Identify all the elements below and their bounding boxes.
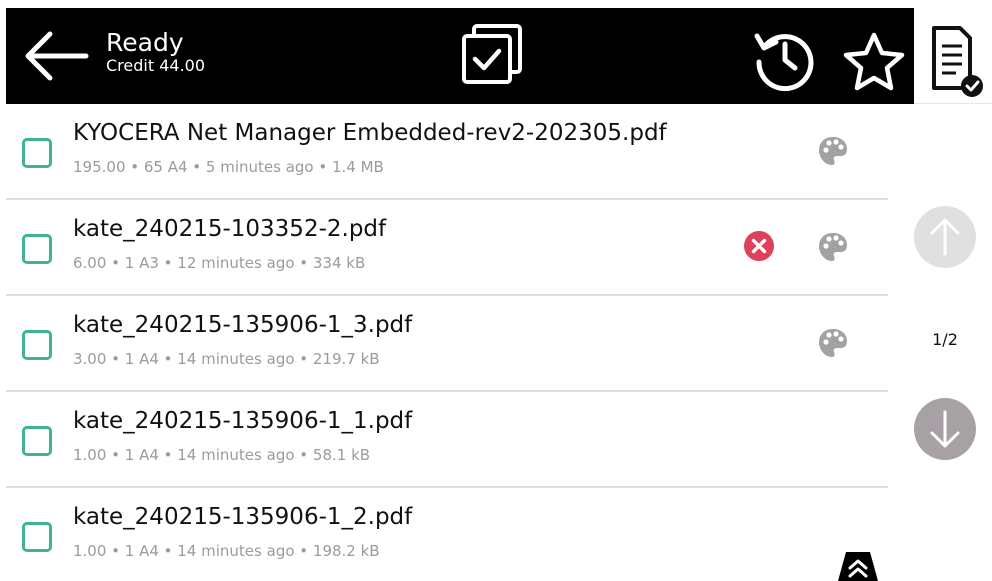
list-item[interactable]: KYOCERA Net Manager Embedded-rev2-202305…: [6, 104, 888, 200]
palette-icon: [819, 329, 847, 357]
print-job-list: KYOCERA Net Manager Embedded-rev2-202305…: [6, 104, 888, 581]
document-check-icon: [932, 26, 983, 97]
error-x-icon: [744, 231, 774, 261]
palette-icon: [819, 233, 847, 261]
job-name: KYOCERA Net Manager Embedded-rev2-202305…: [73, 120, 667, 146]
double-chevron-up-icon: [838, 552, 878, 581]
job-name: kate_240215-135906-1_2.pdf: [73, 504, 413, 530]
page-indicator: 1/2: [932, 330, 958, 349]
list-item[interactable]: kate_240215-135906-1_2.pdf 1.00 • 1 A4 •…: [6, 488, 888, 581]
job-checkbox[interactable]: [22, 330, 52, 360]
job-name: kate_240215-135906-1_3.pdf: [73, 312, 413, 338]
list-item[interactable]: kate_240215-135906-1_1.pdf 1.00 • 1 A4 •…: [6, 392, 888, 488]
credit-label: Credit 44.00: [106, 56, 206, 75]
job-name: kate_240215-135906-1_1.pdf: [73, 408, 413, 434]
documents-tab[interactable]: [914, 8, 992, 104]
status-block: Ready Credit 44.00: [106, 28, 205, 76]
palette-icon: [819, 137, 847, 165]
favorites-button[interactable]: [841, 30, 907, 96]
select-all-button[interactable]: [458, 22, 526, 90]
job-meta: 1.00 • 1 A4 • 14 minutes ago • 198.2 kB: [73, 542, 380, 560]
back-button[interactable]: [20, 26, 90, 86]
history-icon: [754, 33, 814, 92]
list-item[interactable]: kate_240215-103352-2.pdf 6.00 • 1 A3 • 1…: [6, 200, 888, 296]
select-all-icon: [462, 24, 522, 84]
history-button[interactable]: [751, 26, 817, 92]
job-meta: 6.00 • 1 A3 • 12 minutes ago • 334 kB: [73, 254, 366, 272]
expand-actions-button[interactable]: [828, 546, 888, 581]
arrow-down-icon: [930, 410, 960, 448]
page-down-button[interactable]: [914, 398, 976, 460]
arrow-up-icon: [930, 218, 960, 256]
job-checkbox[interactable]: [22, 522, 52, 552]
job-checkbox[interactable]: [22, 234, 52, 264]
list-item[interactable]: kate_240215-135906-1_3.pdf 3.00 • 1 A4 •…: [6, 296, 888, 392]
top-bar: Ready Credit 44.00: [6, 8, 914, 104]
job-name: kate_240215-103352-2.pdf: [73, 216, 387, 242]
job-checkbox[interactable]: [22, 426, 52, 456]
job-meta: 1.00 • 1 A4 • 14 minutes ago • 58.1 kB: [73, 446, 371, 464]
page-up-button[interactable]: [914, 206, 976, 268]
star-icon: [843, 32, 905, 91]
job-checkbox[interactable]: [22, 138, 52, 168]
arrow-left-icon: [25, 31, 89, 81]
job-meta: 3.00 • 1 A4 • 14 minutes ago • 219.7 kB: [73, 350, 380, 368]
status-title: Ready: [106, 28, 184, 57]
job-meta: 195.00 • 65 A4 • 5 minutes ago • 1.4 MB: [73, 158, 384, 176]
side-panel: 1/2: [914, 8, 992, 581]
